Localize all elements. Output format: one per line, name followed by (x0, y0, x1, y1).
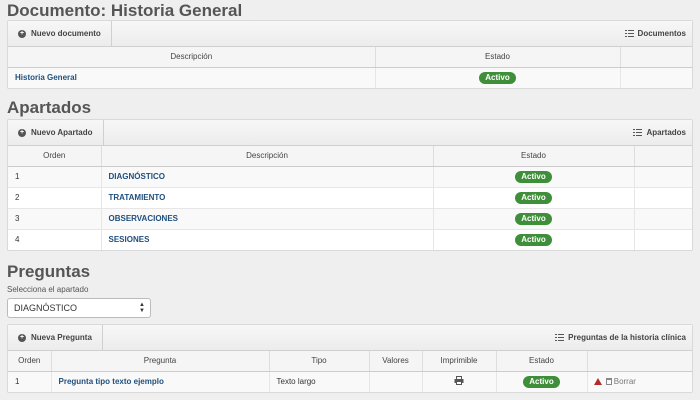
status-badge: Activo (515, 233, 552, 246)
column-header[interactable]: Descripción (8, 47, 376, 68)
status-badge: Activo (515, 212, 552, 225)
documents-list-link[interactable]: Documentos (624, 21, 686, 46)
plus-circle-icon: + (18, 29, 26, 38)
printer-icon[interactable] (454, 376, 464, 386)
column-header (634, 146, 692, 167)
question-link[interactable]: Pregunta tipo texto ejemplo (59, 377, 164, 386)
column-header[interactable]: Estado (496, 351, 588, 372)
column-header[interactable]: Valores (369, 351, 423, 372)
sections-title: Apartados (7, 98, 92, 117)
table-header-row: Orden Pregunta Tipo Valores Imprimible E… (8, 351, 692, 372)
document-title: Documento: Historia General (7, 1, 243, 20)
document-panel: + Nuevo documento Documentos Descripción… (7, 20, 693, 89)
trash-icon (605, 378, 612, 386)
status-badge: Activo (515, 191, 552, 204)
new-question-label: Nueva Pregunta (31, 333, 92, 342)
section-select[interactable]: DIAGNÓSTICO ▲ ▼ (7, 298, 151, 318)
questions-table: Orden Pregunta Tipo Valores Imprimible E… (8, 351, 692, 392)
order-cell: 1 (8, 371, 52, 392)
section-link[interactable]: DIAGNÓSTICO (109, 172, 165, 181)
column-header[interactable]: Descripción (101, 146, 434, 167)
document-table: Descripción Estado Historia General Acti… (8, 47, 692, 88)
status-badge: Activo (479, 71, 516, 84)
new-section-label: Nuevo Apartado (31, 128, 93, 137)
questions-title: Preguntas (7, 262, 91, 281)
column-header[interactable]: Orden (8, 146, 102, 167)
column-header[interactable]: Estado (375, 47, 621, 68)
document-link[interactable]: Historia General (15, 73, 77, 82)
empty-cell (634, 229, 692, 250)
list-icon (633, 129, 643, 136)
empty-cell (634, 187, 692, 209)
section-link[interactable]: OBSERVACIONES (109, 214, 179, 223)
questions-list-link[interactable]: Preguntas de la historia clínica (555, 325, 686, 350)
empty-cell (634, 166, 692, 188)
list-icon (624, 30, 634, 37)
questions-list-label: Preguntas de la historia clínica (568, 333, 686, 342)
order-cell: 1 (8, 166, 102, 188)
order-cell: 3 (8, 208, 102, 230)
column-header[interactable]: Estado (433, 146, 635, 167)
new-section-button[interactable]: + Nuevo Apartado (8, 120, 104, 145)
delete-label: Borrar (613, 377, 636, 387)
empty-cell (634, 208, 692, 230)
section-link[interactable]: SESIONES (109, 235, 150, 244)
column-header[interactable]: Pregunta (51, 351, 270, 372)
section-link[interactable]: TRATAMIENTO (109, 193, 166, 202)
plus-circle-icon: + (18, 128, 26, 137)
column-header[interactable]: Orden (8, 351, 52, 372)
column-header[interactable]: Imprimible (422, 351, 497, 372)
values-cell (369, 371, 423, 392)
sections-table: Orden Descripción Estado 1 DIAGNÓSTICO A… (8, 146, 692, 250)
table-row: Historia General Activo (8, 67, 692, 88)
status-badge: Activo (523, 375, 560, 388)
sections-toolbar: + Nuevo Apartado Apartados (8, 120, 692, 146)
order-cell: 4 (8, 229, 102, 250)
new-question-button[interactable]: + Nueva Pregunta (8, 325, 103, 350)
table-row: 1 DIAGNÓSTICO Activo (8, 166, 692, 188)
table-header-row: Orden Descripción Estado (8, 146, 692, 167)
column-header (620, 47, 692, 68)
questions-panel: + Nueva Pregunta Preguntas de la histori… (7, 324, 693, 393)
table-row: 1 Pregunta tipo texto ejemplo Texto larg… (8, 371, 692, 392)
plus-circle-icon: + (18, 333, 26, 342)
column-header[interactable]: Tipo (269, 351, 370, 372)
table-row: 2 TRATAMIENTO Activo (8, 187, 692, 209)
table-header-row: Descripción Estado (8, 47, 692, 68)
order-cell: 2 (8, 187, 102, 209)
select-arrows-icon: ▲ ▼ (139, 302, 145, 314)
new-document-label: Nuevo documento (31, 29, 101, 38)
sections-list-label: Apartados (646, 128, 686, 137)
table-row: 4 SESIONES Activo (8, 229, 692, 250)
table-row: 3 OBSERVACIONES Activo (8, 208, 692, 230)
questions-toolbar: + Nueva Pregunta Preguntas de la histori… (8, 325, 692, 351)
list-icon (555, 334, 565, 341)
document-toolbar: + Nuevo documento Documentos (8, 21, 692, 47)
status-badge: Activo (515, 170, 552, 183)
type-cell: Texto largo (269, 371, 370, 392)
sections-panel: + Nuevo Apartado Apartados Orden Descrip… (7, 119, 693, 251)
new-document-button[interactable]: + Nuevo documento (8, 21, 112, 46)
warning-icon (593, 378, 602, 386)
delete-button[interactable]: Borrar (605, 377, 636, 387)
select-section-label: Selecciona el apartado (7, 285, 89, 294)
empty-cell (620, 67, 692, 88)
section-select-value: DIAGNÓSTICO (14, 303, 78, 313)
column-header (587, 351, 692, 372)
documents-list-label: Documentos (637, 29, 686, 38)
sections-list-link[interactable]: Apartados (633, 120, 686, 145)
